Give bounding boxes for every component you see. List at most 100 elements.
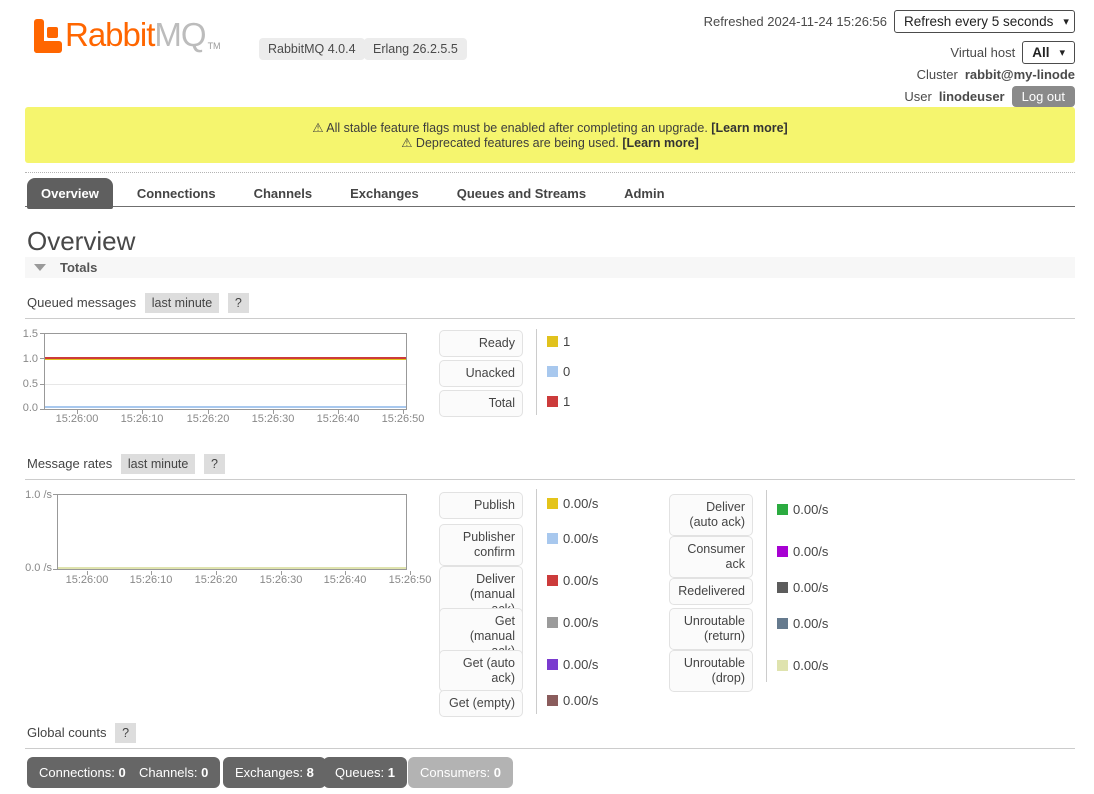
tab-overview[interactable]: Overview xyxy=(27,178,113,209)
series-line-ready xyxy=(45,359,406,360)
consumers-count-button[interactable]: Consumers: 0 xyxy=(408,757,513,788)
legend-button-unroutable-drop[interactable]: Unroutable (drop) xyxy=(669,650,753,692)
global-counts-header: Global counts ? xyxy=(25,725,1075,749)
legend-swatch-deliver-auto-ack xyxy=(777,504,788,515)
rabbitmq-logo-icon xyxy=(33,15,65,55)
tab-exchanges[interactable]: Exchanges xyxy=(336,178,433,209)
tab-admin[interactable]: Admin xyxy=(610,178,678,209)
rabbitmq-management-app: RabbitMQ TM RabbitMQ 4.0.4 Erlang 26.2.5… xyxy=(0,0,1094,794)
tab-channels[interactable]: Channels xyxy=(240,178,327,209)
legend-button-consumer-ack[interactable]: Consumer ack xyxy=(669,536,753,578)
legend-value-deliver-manual-ack: 0.00/s xyxy=(563,573,598,588)
queued-help-icon[interactable]: ? xyxy=(228,293,249,313)
user-label: User xyxy=(904,89,931,104)
legend-swatch-publisher-confirm xyxy=(547,533,558,544)
legend-value-consumer-ack: 0.00/s xyxy=(793,544,828,559)
legend-value-publish: 0.00/s xyxy=(563,496,598,511)
collapse-triangle-icon xyxy=(34,264,46,271)
legend-swatch-get-auto-ack xyxy=(547,659,558,670)
legend-button-redelivered[interactable]: Redelivered xyxy=(669,578,753,605)
global-counts-help-icon[interactable]: ? xyxy=(115,723,136,743)
legend-swatch-unacked xyxy=(547,366,558,377)
virtual-host-select[interactable]: All ▾ xyxy=(1022,41,1075,64)
legend-value-ready: 1 xyxy=(563,334,570,349)
message-rates-chart xyxy=(57,494,407,570)
legend-value-publisher-confirm: 0.00/s xyxy=(563,531,598,546)
erlang-version-badge: Erlang 26.2.5.5 xyxy=(364,38,467,60)
queued-messages-title: Queued messages xyxy=(27,295,136,310)
brand-rabbit-text: Rabbit xyxy=(65,15,154,55)
legend-swatch-unroutable-return xyxy=(777,618,788,629)
legend-value-get-empty: 0.00/s xyxy=(563,693,598,708)
legend-swatch-ready xyxy=(547,336,558,347)
legend-divider xyxy=(536,489,537,714)
learn-more-link-2[interactable]: [Learn more] xyxy=(622,136,698,150)
x-tick-label: 15:26:20 xyxy=(186,574,246,586)
legend-swatch-deliver-manual-ack xyxy=(547,575,558,586)
legend-swatch-total xyxy=(547,396,558,407)
x-tick-label: 15:26:50 xyxy=(373,413,433,425)
legend-swatch-publish xyxy=(547,498,558,509)
dotted-separator xyxy=(25,172,1075,173)
legend-button-ready[interactable]: Ready xyxy=(439,330,523,357)
learn-more-link-1[interactable]: [Learn more] xyxy=(711,121,787,135)
legend-swatch-redelivered xyxy=(777,582,788,593)
legend-value-unroutable-return: 0.00/s xyxy=(793,616,828,631)
rabbitmq-logo[interactable]: RabbitMQ TM xyxy=(33,15,221,55)
totals-section-toggle[interactable]: Totals xyxy=(25,257,1075,278)
tab-connections[interactable]: Connections xyxy=(123,178,230,209)
legend-button-deliver-auto-ack[interactable]: Deliver (auto ack) xyxy=(669,494,753,536)
rates-help-icon[interactable]: ? xyxy=(204,454,225,474)
main-navigation: Overview Connections Channels Exchanges … xyxy=(27,178,679,209)
y-tick-label: 1.0 xyxy=(8,353,38,365)
legend-button-get-empty[interactable]: Get (empty) xyxy=(439,690,523,717)
connections-count-button[interactable]: Connections: 0 xyxy=(27,757,138,788)
channels-count-button[interactable]: Channels: 0 xyxy=(127,757,220,788)
legend-button-publish[interactable]: Publish xyxy=(439,492,523,519)
user-name: linodeuser xyxy=(939,89,1005,104)
legend-value-total: 1 xyxy=(563,394,570,409)
legend-value-unacked: 0 xyxy=(563,364,570,379)
refresh-interval-select[interactable]: Refresh every 5 seconds ▾ xyxy=(894,10,1075,33)
legend-swatch-get-empty xyxy=(547,695,558,706)
series-line-unroutable-drop xyxy=(58,567,406,569)
queued-messages-header: Queued messages last minute ? xyxy=(25,295,1075,319)
x-tick-label: 15:26:20 xyxy=(178,413,238,425)
x-tick-label: 15:26:00 xyxy=(47,413,107,425)
warning-line-1: ⚠ All stable feature flags must be enabl… xyxy=(25,121,1075,136)
feature-flags-warning-banner: ⚠ All stable feature flags must be enabl… xyxy=(25,107,1075,163)
page-title: Overview xyxy=(27,226,135,257)
queued-time-window-badge[interactable]: last minute xyxy=(145,293,219,313)
x-tick-label: 15:26:40 xyxy=(308,413,368,425)
queues-count-button[interactable]: Queues: 1 xyxy=(323,757,407,788)
gridline xyxy=(45,384,406,385)
x-tick-label: 15:26:10 xyxy=(112,413,172,425)
legend-button-get-auto-ack[interactable]: Get (auto ack) xyxy=(439,650,523,692)
totals-section-label: Totals xyxy=(60,260,97,275)
rabbitmq-version-badge: RabbitMQ 4.0.4 xyxy=(259,38,365,60)
x-tick-label: 15:26:10 xyxy=(121,574,181,586)
x-tick-label: 15:26:50 xyxy=(380,574,440,586)
rates-time-window-badge[interactable]: last minute xyxy=(121,454,195,474)
legend-value-get-manual-ack: 0.00/s xyxy=(563,615,598,630)
virtual-host-label: Virtual host xyxy=(950,45,1015,60)
brand-trademark: TM xyxy=(208,41,221,51)
legend-button-unroutable-return[interactable]: Unroutable (return) xyxy=(669,608,753,650)
exchanges-count-button[interactable]: Exchanges: 8 xyxy=(223,757,326,788)
logout-button[interactable]: Log out xyxy=(1012,86,1075,107)
tab-queues-and-streams[interactable]: Queues and Streams xyxy=(443,178,600,209)
legend-button-publisher-confirm[interactable]: Publisher confirm xyxy=(439,524,523,566)
cluster-label: Cluster xyxy=(917,67,958,82)
series-line-unacked xyxy=(45,406,406,408)
brand-mq-text: MQ xyxy=(154,15,205,55)
global-counts-title: Global counts xyxy=(27,725,107,740)
x-tick-label: 15:26:00 xyxy=(57,574,117,586)
series-line-total xyxy=(45,357,406,359)
legend-divider xyxy=(536,329,537,415)
legend-button-unacked[interactable]: Unacked xyxy=(439,360,523,387)
x-tick-label: 15:26:30 xyxy=(251,574,311,586)
cluster-name: rabbit@my-linode xyxy=(965,67,1075,82)
legend-swatch-consumer-ack xyxy=(777,546,788,557)
legend-button-total[interactable]: Total xyxy=(439,390,523,417)
y-tick-label: 0.0 xyxy=(8,402,38,414)
